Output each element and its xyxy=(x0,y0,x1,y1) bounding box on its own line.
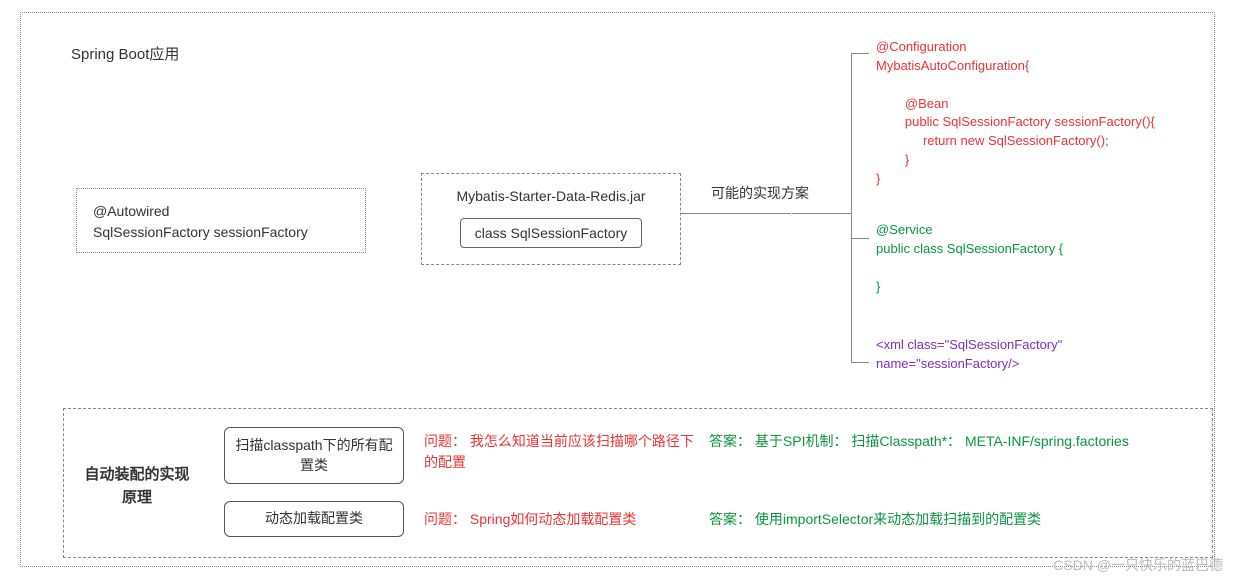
bottom-section: 自动装配的实现原理 扫描classpath下的所有配置类 动态加载配置类 问题：… xyxy=(63,408,1213,558)
bracket-tick xyxy=(851,238,869,239)
q2-text: Spring如何动态加载配置类 xyxy=(470,511,636,527)
jar-title: Mybatis-Starter-Data-Redis.jar xyxy=(430,188,672,204)
a2-label: 答案： xyxy=(709,511,751,527)
row1-question: 问题： 我怎么知道当前应该扫描哪个路径下的配置 xyxy=(424,431,694,473)
autowired-box: @Autowired SqlSessionFactory sessionFact… xyxy=(76,188,366,253)
watermark: CSDN @一只快乐的蓝巴德 xyxy=(1053,555,1223,575)
possible-label: 可能的实现方案 xyxy=(711,183,809,203)
row2-question: 问题： Spring如何动态加载配置类 xyxy=(424,509,636,529)
a1-label: 答案： xyxy=(709,433,751,449)
a1-text: 基于SPI机制： 扫描Classpath*： META-INF/spring.f… xyxy=(755,433,1129,449)
outer-container: Spring Boot应用 @Autowired SqlSessionFacto… xyxy=(20,12,1215,567)
btn-scan-classpath: 扫描classpath下的所有配置类 xyxy=(224,427,404,484)
btn-dynamic-load: 动态加载配置类 xyxy=(224,501,404,537)
bottom-title: 自动装配的实现原理 xyxy=(82,464,192,509)
app-title: Spring Boot应用 xyxy=(71,43,179,64)
jar-inner-class: class SqlSessionFactory xyxy=(460,218,643,248)
impl-config: @Configuration MybatisAutoConfiguration{… xyxy=(876,38,1155,189)
q1-label: 问题： xyxy=(424,433,466,449)
row1-answer: 答案： 基于SPI机制： 扫描Classpath*： META-INF/spri… xyxy=(709,431,1129,451)
row2-answer: 答案： 使用importSelector来动态加载扫描到的配置类 xyxy=(709,509,1041,529)
bracket xyxy=(851,53,869,363)
impl-service: @Service public class SqlSessionFactory … xyxy=(876,221,1063,296)
autowired-line1: @Autowired xyxy=(93,201,349,222)
impl-xml: <xml class="SqlSessionFactory" name="ses… xyxy=(876,336,1062,374)
a2-text: 使用importSelector来动态加载扫描到的配置类 xyxy=(755,511,1041,527)
jar-box: Mybatis-Starter-Data-Redis.jar class Sql… xyxy=(421,173,681,265)
autowired-line2: SqlSessionFactory sessionFactory xyxy=(93,222,349,243)
connector-line xyxy=(681,213,791,214)
q2-label: 问题： xyxy=(424,511,466,527)
